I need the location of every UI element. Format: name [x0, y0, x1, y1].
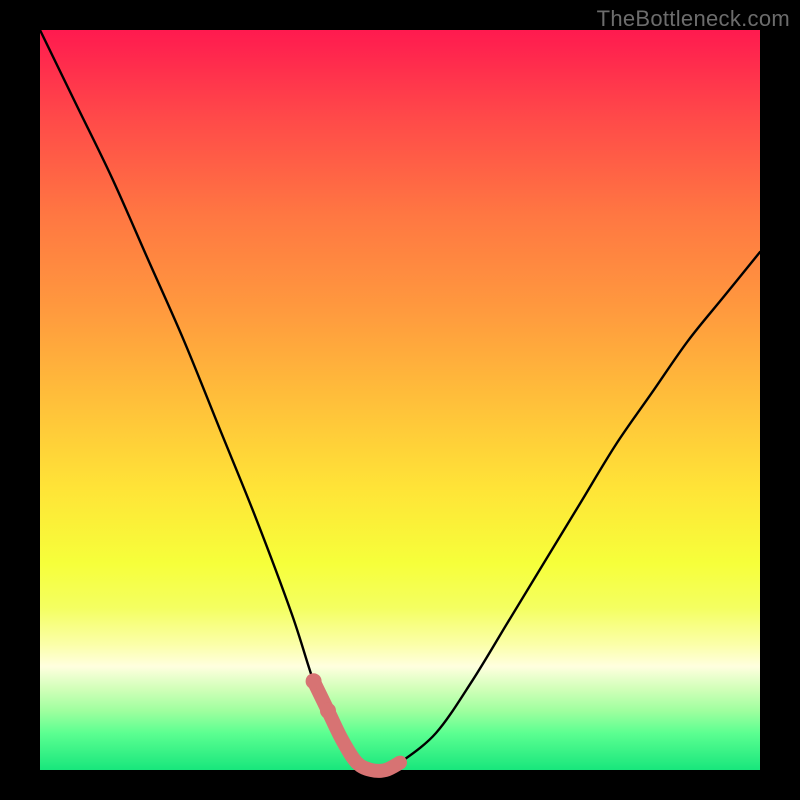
bottleneck-curve-path — [40, 30, 760, 771]
chart-svg — [40, 30, 760, 770]
trough-dot — [306, 673, 322, 689]
watermark-text: TheBottleneck.com — [597, 6, 790, 32]
plot-area — [40, 30, 760, 770]
trough-dot — [320, 703, 336, 719]
trough-overlay-path — [314, 681, 400, 771]
chart-frame: TheBottleneck.com — [0, 0, 800, 800]
